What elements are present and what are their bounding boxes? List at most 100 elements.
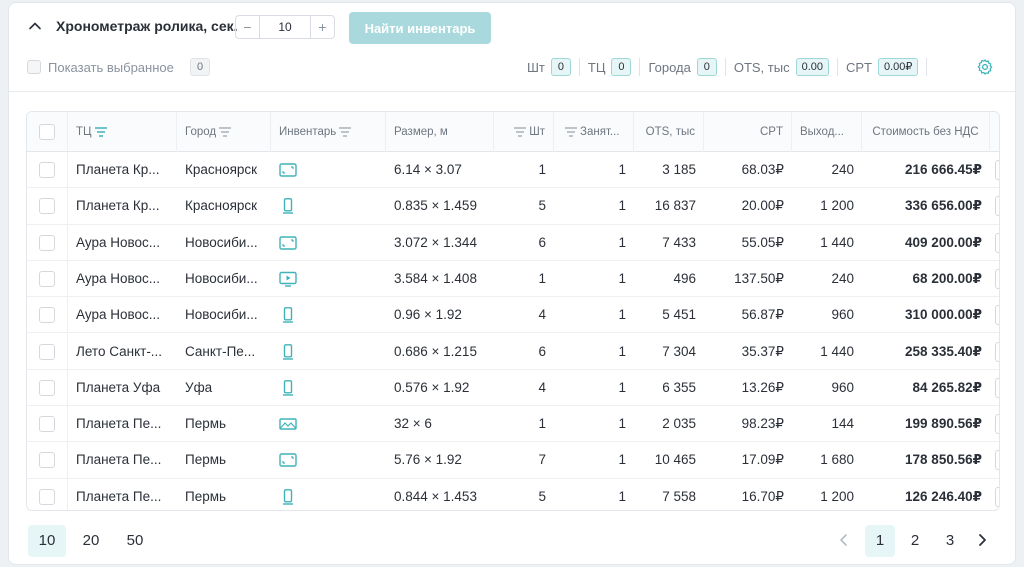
- table-row[interactable]: Планета Уфа Уфа 0.576 × 1.92 4 1 6 355 13.26₽ 9…: [27, 369, 999, 407]
- vertical-screen-icon[interactable]: [279, 198, 297, 214]
- cell-size: 0.835 × 1.459: [394, 198, 477, 214]
- table-row[interactable]: Планета Пе... Пермь 32 × 6 1 1 2 035 98.23₽ 144…: [27, 406, 999, 443]
- row-action-button[interactable]: [995, 341, 999, 362]
- cell-cpt: 68.03₽: [741, 162, 784, 177]
- cell-mall: Планета Пе...: [76, 452, 162, 468]
- vertical-screen-icon[interactable]: [279, 343, 297, 360]
- inventory-table: ТЦ Город Инвентарь Размер, м Шт Занят...…: [26, 111, 1000, 511]
- page-3[interactable]: 3: [935, 525, 965, 557]
- table-header: ТЦ Город Инвентарь Размер, м Шт Занят...…: [27, 112, 999, 152]
- cell-ots: 6 355: [662, 379, 696, 395]
- cell-mall: Аура Новос...: [76, 270, 161, 286]
- row-checkbox[interactable]: [39, 162, 55, 178]
- cell-cpt: 16.70₽: [741, 488, 784, 504]
- table-row[interactable]: Аура Новос... Новосиби... 3.584 × 1.408 1 1 4…: [27, 260, 999, 298]
- cell-occupied: 1: [618, 198, 626, 214]
- page-1[interactable]: 1: [865, 525, 895, 557]
- show-selected-checkbox[interactable]: [27, 60, 41, 74]
- video-screen-icon[interactable]: [279, 271, 297, 287]
- gear-icon[interactable]: [976, 58, 994, 76]
- cell-mall: Планета Пе...: [76, 488, 162, 504]
- filter-icon[interactable]: [219, 127, 232, 137]
- row-checkbox[interactable]: [39, 198, 55, 215]
- row-checkbox[interactable]: [39, 416, 55, 433]
- row-action-button[interactable]: [995, 196, 999, 217]
- row-action-button[interactable]: [995, 160, 999, 180]
- next-page-icon[interactable]: [975, 533, 989, 547]
- column-cost[interactable]: Стоимость без НДС: [862, 112, 990, 152]
- row-action-button[interactable]: [995, 305, 999, 326]
- column-size[interactable]: Размер, м: [386, 112, 494, 152]
- column-ots-label: OTS, тыс: [645, 126, 695, 138]
- cell-cpt: 137.50₽: [734, 270, 784, 286]
- row-checkbox[interactable]: [39, 343, 55, 360]
- select-all-checkbox[interactable]: [39, 124, 55, 140]
- column-qty-label: Шт: [529, 126, 545, 138]
- cell-ots: 496: [673, 270, 696, 286]
- filter-icon[interactable]: [339, 127, 352, 137]
- cell-qty: 1: [538, 270, 546, 286]
- page-size-20[interactable]: 20: [72, 525, 110, 557]
- vertical-screen-icon[interactable]: [279, 307, 297, 323]
- page-2[interactable]: 2: [900, 525, 930, 557]
- cell-occupied: 1: [618, 416, 626, 432]
- cell-mall: Планета Кр...: [76, 198, 160, 214]
- cell-city: Новосиби...: [185, 270, 258, 286]
- row-action-button[interactable]: [995, 377, 999, 398]
- prev-page-icon[interactable]: [837, 533, 851, 547]
- table-row[interactable]: Аура Новос... Новосиби... 3.072 × 1.344 6 1 7…: [27, 224, 999, 261]
- column-city[interactable]: Город: [177, 112, 271, 152]
- column-cpt[interactable]: CPT: [704, 112, 792, 152]
- find-inventory-button[interactable]: Найти инвентарь: [349, 12, 491, 44]
- row-checkbox[interactable]: [39, 488, 55, 505]
- column-outputs[interactable]: Выход...: [792, 112, 862, 152]
- table-row[interactable]: Планета Кр... Красноярск 0.835 × 1.459 5 1 16…: [27, 188, 999, 225]
- increment-button[interactable]: +: [310, 16, 334, 38]
- screen-icon[interactable]: [279, 235, 297, 251]
- row-action-button[interactable]: [995, 450, 999, 471]
- table-row[interactable]: Аура Новос... Новосиби... 0.96 × 1.92 4 1 5 4…: [27, 297, 999, 334]
- column-occupied[interactable]: Занят...: [554, 112, 634, 152]
- table-row[interactable]: Лето Санкт-... Санкт-Пе... 0.686 × 1.215 6 1…: [27, 333, 999, 370]
- table-row[interactable]: Планета Пе... Пермь 0.844 × 1.453 5 1 7 558 16…: [27, 478, 999, 510]
- row-action-button[interactable]: [995, 268, 999, 289]
- cell-qty: 7: [538, 452, 546, 468]
- row-action-button[interactable]: [995, 486, 999, 507]
- cell-outputs: 1 200: [820, 198, 854, 214]
- cell-ots: 2 035: [662, 416, 696, 432]
- row-checkbox[interactable]: [39, 307, 55, 324]
- cell-ots: 7 433: [662, 234, 696, 250]
- vertical-screen-icon[interactable]: [279, 488, 297, 505]
- page-size-50[interactable]: 50: [116, 525, 154, 557]
- column-ots[interactable]: OTS, тыс: [634, 112, 704, 152]
- row-checkbox[interactable]: [39, 379, 55, 396]
- column-mall[interactable]: ТЦ: [68, 112, 177, 152]
- column-inventory[interactable]: Инвентарь: [271, 112, 386, 152]
- filter-icon[interactable]: [514, 127, 527, 137]
- cell-cost: 409 200.00₽: [905, 234, 982, 250]
- cell-qty: 6: [538, 234, 546, 250]
- filter-active-icon[interactable]: [94, 127, 107, 137]
- page-size-10[interactable]: 10: [28, 525, 66, 557]
- row-action-button[interactable]: [995, 232, 999, 253]
- cell-cpt: 98.23₽: [741, 416, 784, 432]
- chevron-up-icon[interactable]: [28, 19, 42, 33]
- screen-icon[interactable]: [279, 452, 297, 468]
- decrement-button[interactable]: −: [236, 16, 260, 38]
- banner-icon[interactable]: [279, 416, 297, 432]
- duration-input[interactable]: 10: [260, 16, 310, 38]
- row-checkbox[interactable]: [39, 452, 55, 469]
- filter-icon[interactable]: [565, 127, 577, 137]
- row-action-button[interactable]: [995, 414, 999, 435]
- row-checkbox[interactable]: [39, 234, 55, 251]
- cell-occupied: 1: [618, 307, 626, 323]
- row-checkbox[interactable]: [39, 270, 55, 287]
- screen-icon[interactable]: [279, 162, 297, 178]
- column-qty[interactable]: Шт: [494, 112, 554, 152]
- stat-cpt-value: 0.00₽: [878, 58, 919, 76]
- show-selected-label: Показать выбранное: [48, 60, 174, 75]
- column-occupied-label: Занят...: [580, 126, 620, 138]
- vertical-screen-icon[interactable]: [279, 379, 297, 396]
- table-row[interactable]: Планета Кр... Красноярск 6.14 × 3.07 1 1 3 18…: [27, 152, 999, 189]
- table-row[interactable]: Планета Пе... Пермь 5.76 × 1.92 7 1 10 465 17.…: [27, 442, 999, 479]
